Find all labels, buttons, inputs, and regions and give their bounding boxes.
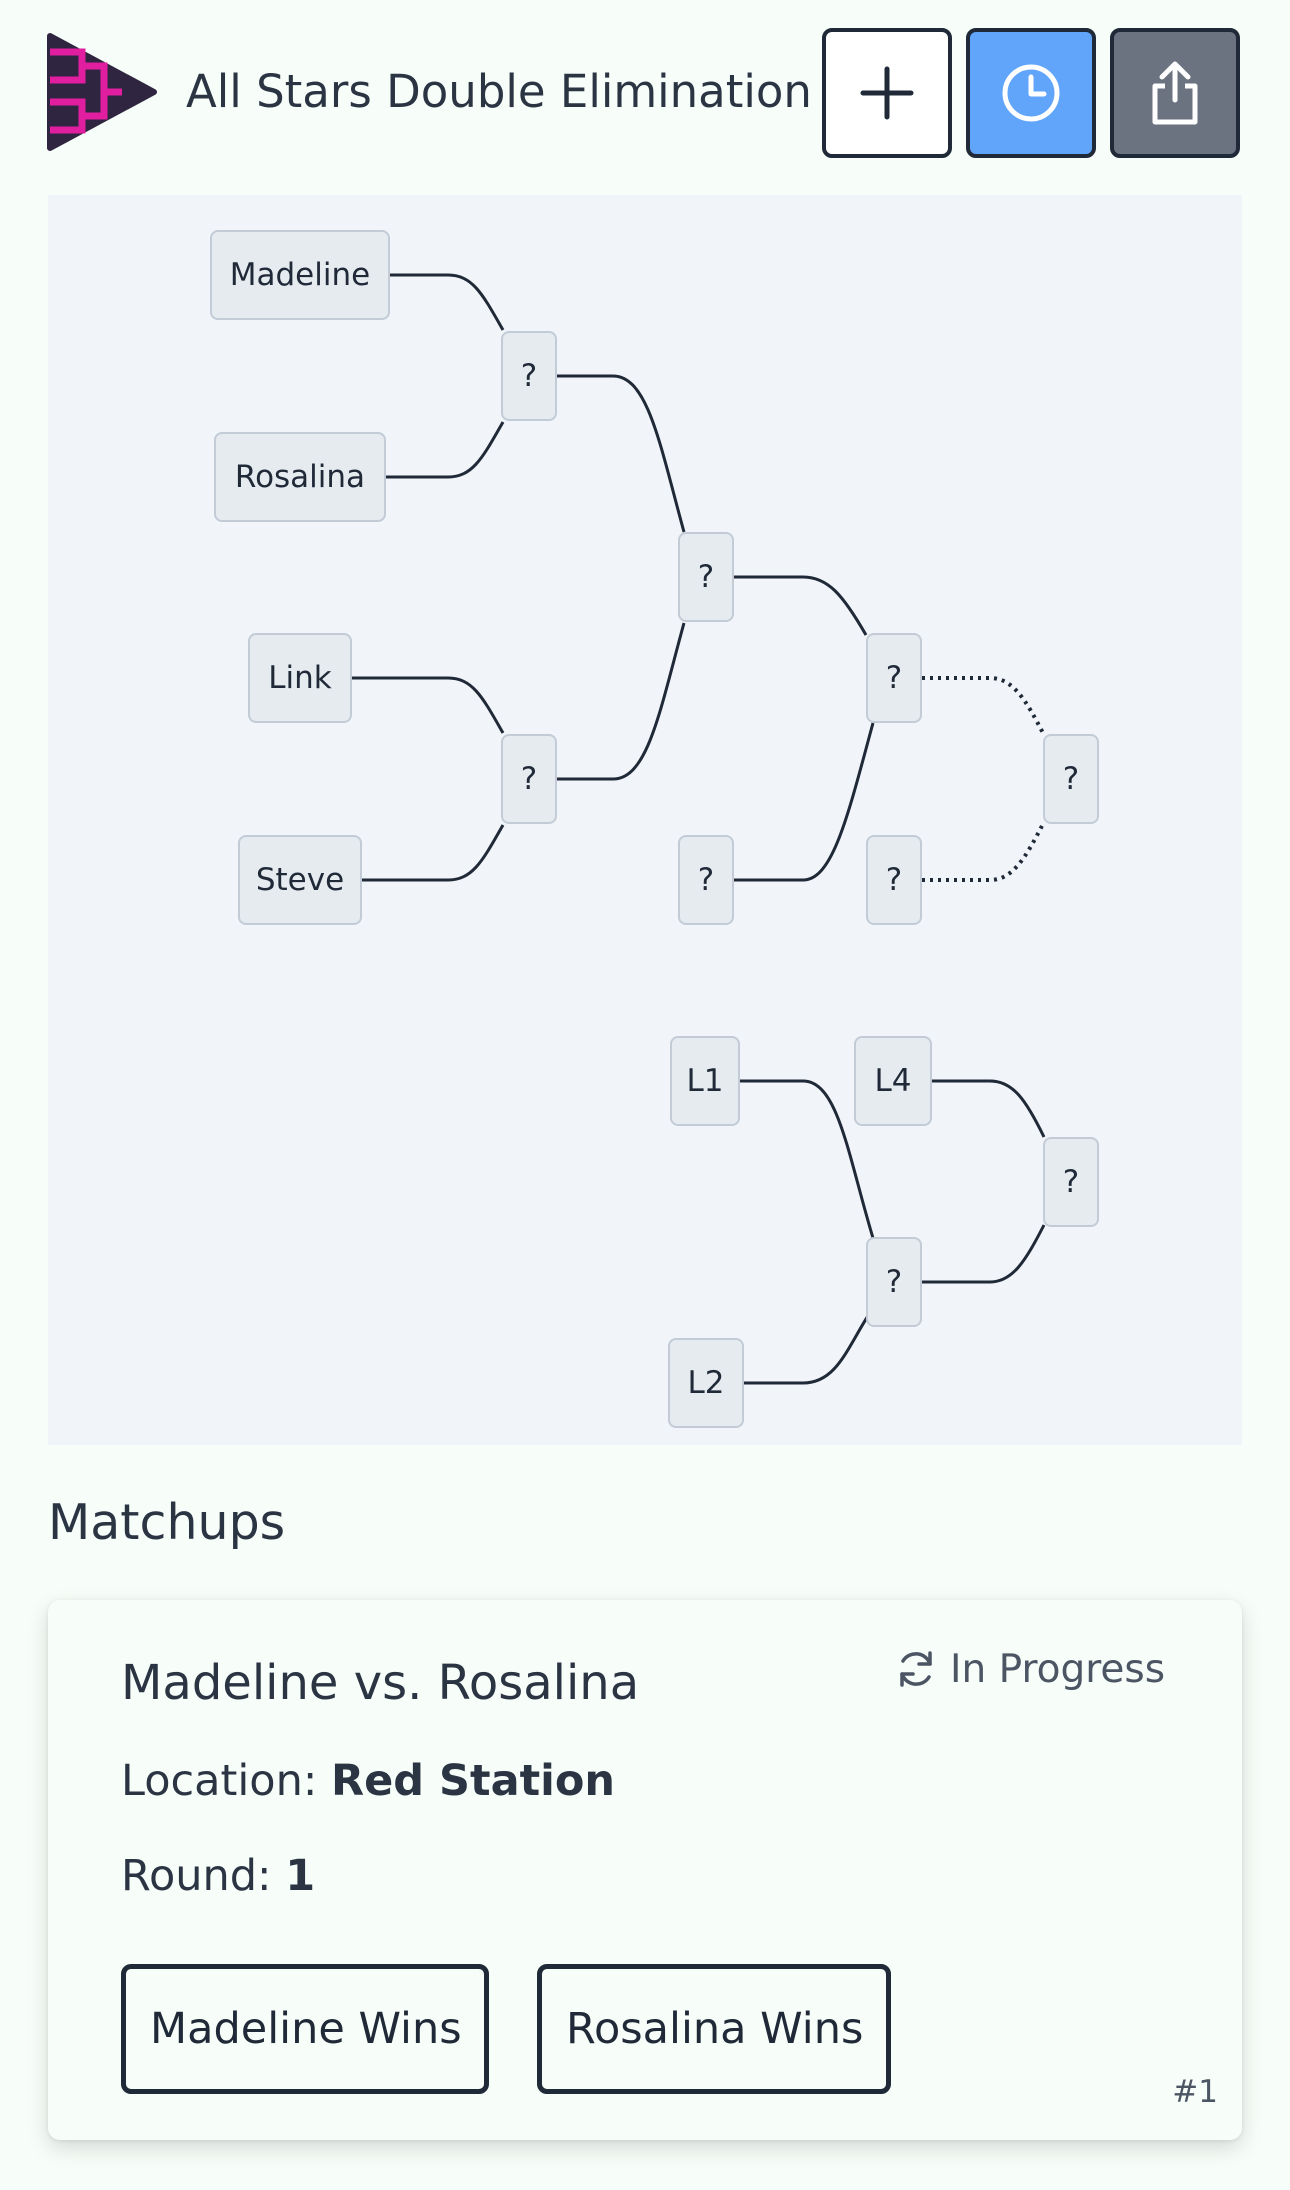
app-title: All Stars Double Elimination [186,65,812,118]
location-line: Location: Red Station [121,1754,615,1808]
clock-icon [1002,64,1060,122]
matchup-card: Madeline vs. Rosalina In Progress Locati… [48,1600,1242,2140]
bracket-match-champion[interactable]: ? [1043,734,1099,824]
bracket-entrant-link[interactable]: Link [248,633,352,723]
bracket-slot-l2[interactable]: L2 [668,1338,744,1428]
bracket-entrant-rosalina[interactable]: Rosalina [214,432,386,522]
location-value: Red Station [331,1756,616,1806]
bracket-canvas: Madeline Rosalina Link Steve ? ? ? ? ? ?… [48,195,1242,1445]
share-button[interactable] [1110,28,1240,158]
match-number: #1 [1172,2074,1218,2110]
bracket-match-losers-r1[interactable]: ? [866,1237,922,1327]
bracket-match-losers-final[interactable]: ? [1043,1137,1099,1227]
bracket-entrant-steve[interactable]: Steve [238,835,362,925]
bracket-slot-l4[interactable]: L4 [854,1036,932,1126]
bracket-slot-l1[interactable]: L1 [670,1036,740,1126]
bracket-match-w2[interactable]: ? [501,734,557,824]
status-text: In Progress [950,1646,1166,1692]
refresh-icon [900,1651,932,1687]
plus-icon [860,66,914,120]
round-label: Round: [121,1851,272,1901]
bracket-slot-bye[interactable]: ? [678,835,734,925]
app-header: All Stars Double Elimination [0,0,1290,190]
bracket-entrant-madeline[interactable]: Madeline [210,230,390,320]
add-bracket-button[interactable] [822,28,952,158]
round-line: Round: 1 [121,1849,315,1903]
location-label: Location: [121,1756,318,1806]
bracket-slot-grand-final[interactable]: ? [866,835,922,925]
matchup-title: Madeline vs. Rosalina [121,1655,640,1711]
rosalina-wins-button[interactable]: Rosalina Wins [537,1964,891,2094]
madeline-wins-button[interactable]: Madeline Wins [121,1964,489,2094]
share-icon [1152,61,1198,125]
history-button[interactable] [966,28,1096,158]
bracket-match-w1[interactable]: ? [501,331,557,421]
bracket-match-semifinal[interactable]: ? [678,532,734,622]
matchups-heading: Matchups [48,1494,286,1551]
round-value: 1 [285,1851,316,1901]
status-indicator: In Progress [894,1644,1165,1694]
app-logo-icon [47,33,157,151]
bracket-match-winners-final[interactable]: ? [866,633,922,723]
